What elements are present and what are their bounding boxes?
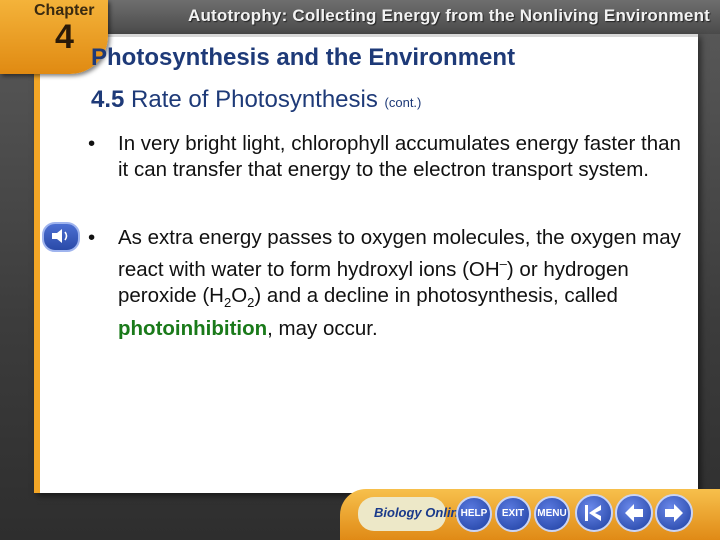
bullet-text-1: In very bright light, chlorophyll accumu… bbox=[118, 132, 681, 181]
audio-button[interactable] bbox=[42, 222, 80, 252]
speaker-icon bbox=[52, 229, 68, 243]
bullet-item-1: • In very bright light, chlorophyll accu… bbox=[88, 131, 688, 183]
section-cont: (cont.) bbox=[384, 95, 422, 110]
bullet-item-2: • As extra energy passes to oxygen molec… bbox=[88, 225, 688, 342]
bullet2-part3: O bbox=[231, 283, 248, 307]
bullet-marker: • bbox=[88, 132, 96, 155]
slide-title: Photosynthesis and the Environment bbox=[91, 44, 516, 71]
exit-button[interactable]: EXIT bbox=[495, 496, 531, 532]
bullet-text-2: As extra energy passes to oxygen molecul… bbox=[118, 225, 688, 342]
arrow-left-icon bbox=[625, 504, 643, 522]
next-slide-button[interactable] bbox=[655, 494, 693, 532]
skip-back-icon bbox=[585, 505, 601, 521]
help-button[interactable]: HELP bbox=[456, 496, 492, 532]
section-title: 4.5 Rate of Photosynthesis (cont.) bbox=[91, 86, 421, 114]
previous-slide-button[interactable] bbox=[615, 494, 653, 532]
section-name: Rate of Photosynthesis bbox=[131, 86, 378, 113]
bullet2-part5: , may occur. bbox=[267, 316, 378, 340]
chapter-title: Autotrophy: Collecting Energy from the N… bbox=[188, 6, 711, 25]
bullet2-part4: ) and a decline in photosynthesis, calle… bbox=[254, 283, 618, 307]
arrow-right-icon bbox=[665, 504, 683, 522]
header-bar: Autotrophy: Collecting Energy from the N… bbox=[0, 0, 720, 34]
biology-online-logo[interactable]: Biology Online bbox=[358, 497, 466, 531]
chapter-number: 4 bbox=[55, 18, 74, 56]
bullet-marker: • bbox=[88, 226, 96, 249]
menu-button[interactable]: MENU bbox=[534, 496, 570, 532]
first-slide-button[interactable] bbox=[575, 494, 613, 532]
key-term: photoinhibition bbox=[118, 316, 268, 340]
logo-text: Biology Online bbox=[374, 505, 466, 520]
superscript-minus: – bbox=[499, 256, 507, 271]
section-number: 4.5 bbox=[91, 86, 125, 113]
